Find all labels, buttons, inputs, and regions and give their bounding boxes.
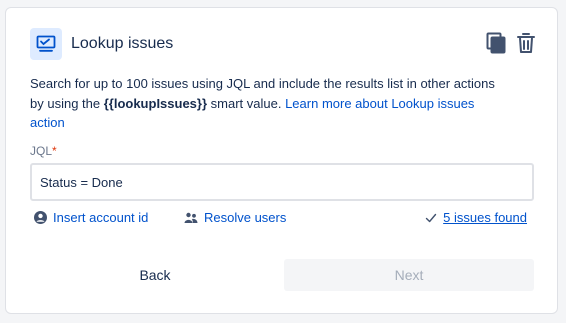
insert-account-id-label: Insert account id [53,210,149,225]
lookup-issues-icon [30,28,62,60]
issues-found-label: 5 issues found [443,210,527,225]
issues-found-link[interactable]: 5 issues found [425,210,527,225]
trash-icon[interactable] [515,30,537,56]
card-footer: Back Next [30,259,534,291]
duplicate-icon[interactable] [485,30,507,56]
resolve-users-label: Resolve users [204,210,287,225]
smart-value: {{lookupIssues}} [103,95,208,111]
jql-helpers: Insert account id Resolve users 5 issues… [34,210,527,230]
jql-input[interactable] [30,163,534,201]
description: Search for up to 100 issues using JQL an… [30,74,510,133]
card-actions [485,30,537,56]
required-mark: * [52,144,57,158]
lookup-issues-card: Lookup issues Search for up to 100 issue… [5,7,558,314]
jql-label-text: JQL [30,144,53,158]
description-suffix: smart value. [207,95,286,111]
card-header: Lookup issues [30,28,537,62]
card-title: Lookup issues [71,35,174,52]
checkmark-icon [425,213,437,222]
jql-label: JQL* [30,144,57,158]
resolve-users-link[interactable]: Resolve users [184,210,286,225]
users-icon [184,212,198,223]
user-circle-icon [34,211,47,224]
insert-account-id-link[interactable]: Insert account id [34,210,148,225]
next-button[interactable]: Next [284,259,534,291]
back-button[interactable]: Back [30,259,280,291]
